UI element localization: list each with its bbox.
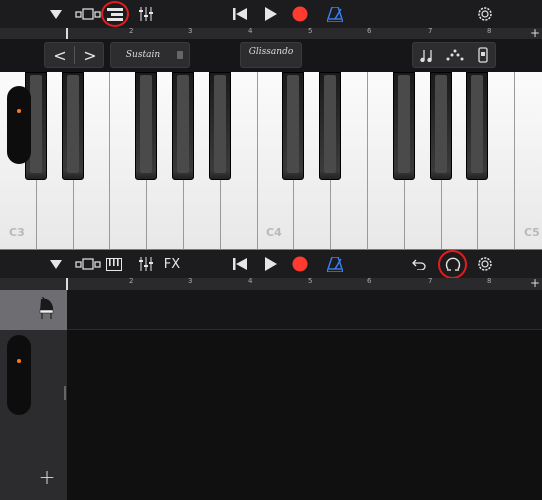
rewind-icon[interactable] — [230, 255, 250, 273]
ruler-number: 6 — [367, 28, 372, 35]
handle-dot — [17, 109, 21, 113]
playhead-marker[interactable] — [66, 28, 68, 39]
black-key[interactable] — [61, 72, 84, 180]
note-icon[interactable] — [413, 43, 441, 67]
keyboard-control-strip: < > Sustain Glissando — [0, 39, 542, 76]
settings-gear-icon[interactable] — [476, 5, 494, 23]
top-toolbar — [0, 0, 542, 28]
octave-switcher: < > — [44, 42, 104, 68]
track-scroll-handle[interactable] — [7, 335, 31, 415]
ruler-number: 7 — [428, 278, 433, 285]
tracks-empty-area[interactable] — [67, 330, 542, 500]
grand-piano-icon — [36, 294, 56, 325]
key-label-c5: C5 — [524, 226, 540, 239]
black-key[interactable] — [392, 72, 415, 180]
black-key[interactable] — [208, 72, 231, 180]
ruler-number: 3 — [188, 278, 193, 285]
arpeggiator-icon[interactable] — [441, 43, 469, 67]
fx-button[interactable]: FX — [160, 254, 184, 274]
black-key[interactable] — [282, 72, 305, 180]
metronome-icon[interactable] — [326, 255, 344, 273]
track-lane-piano[interactable] — [67, 290, 542, 330]
track-header-piano[interactable] — [0, 290, 67, 330]
bottom-timeline-ruler[interactable]: 2 3 4 5 6 7 8 + — [0, 278, 542, 290]
ruler-number: 7 — [428, 28, 433, 35]
black-key[interactable] — [135, 72, 158, 180]
ruler-number: 2 — [129, 28, 134, 35]
ruler-number: 3 — [188, 28, 193, 35]
lock-icon[interactable] — [177, 51, 183, 59]
prev-octave-button[interactable]: < — [45, 43, 75, 67]
bottom-toolbar: FX — [0, 250, 542, 279]
settings-gear-icon[interactable] — [476, 255, 494, 273]
ruler-number: 8 — [487, 278, 492, 285]
sustain-label: Sustain — [125, 50, 161, 60]
black-key[interactable] — [429, 72, 452, 180]
black-key[interactable] — [319, 72, 342, 180]
device-icon[interactable] — [469, 43, 497, 67]
glissando-control[interactable]: Glissando — [240, 42, 302, 76]
handle-dot — [17, 359, 21, 363]
undo-icon[interactable] — [410, 255, 428, 273]
key-label-c4: C4 — [266, 226, 282, 239]
highlight-circle-track-list — [101, 1, 129, 27]
highlight-circle-loop-browser — [438, 250, 467, 279]
sustain-control[interactable]: Sustain — [110, 42, 190, 68]
black-key[interactable] — [172, 72, 194, 180]
add-track-button[interactable]: + — [36, 465, 58, 489]
record-icon[interactable] — [291, 255, 309, 273]
ruler-number: 4 — [248, 278, 253, 285]
ruler-number: 8 — [487, 28, 492, 35]
page-dots — [267, 61, 277, 76]
metronome-icon[interactable] — [326, 5, 344, 23]
next-octave-button[interactable]: > — [75, 43, 105, 67]
ruler-number: 6 — [367, 278, 372, 285]
mixer-sliders-icon[interactable] — [137, 5, 155, 23]
add-section-icon[interactable]: + — [530, 28, 540, 39]
white-key[interactable] — [515, 72, 542, 250]
dropdown-triangle-icon[interactable] — [46, 256, 66, 272]
ruler-number: 2 — [129, 278, 134, 285]
keyboard-icon[interactable] — [104, 255, 124, 273]
keyboard-scroll-handle[interactable] — [7, 86, 31, 164]
ruler-number: 5 — [308, 28, 313, 35]
add-section-icon[interactable]: + — [530, 278, 540, 290]
track-headers-panel: + — [0, 290, 67, 500]
top-timeline-ruler[interactable]: 2 3 4 5 6 7 8 + — [0, 28, 542, 39]
black-key[interactable] — [466, 72, 489, 180]
play-icon[interactable] — [262, 5, 280, 23]
record-icon[interactable] — [291, 5, 309, 23]
keyboard-mode-group — [412, 42, 496, 68]
dropdown-triangle-icon[interactable] — [46, 6, 66, 22]
view-toggle-icon[interactable] — [74, 6, 102, 22]
play-icon[interactable] — [262, 255, 280, 273]
playhead-marker[interactable] — [66, 278, 68, 290]
ruler-number: 4 — [248, 28, 253, 35]
ruler-number: 5 — [308, 278, 313, 285]
view-toggle-icon[interactable] — [74, 256, 102, 272]
key-label-c3: C3 — [9, 226, 25, 239]
mixer-sliders-icon[interactable] — [137, 255, 155, 273]
panel-resize-handle[interactable] — [64, 386, 66, 400]
rewind-icon[interactable] — [230, 5, 250, 23]
